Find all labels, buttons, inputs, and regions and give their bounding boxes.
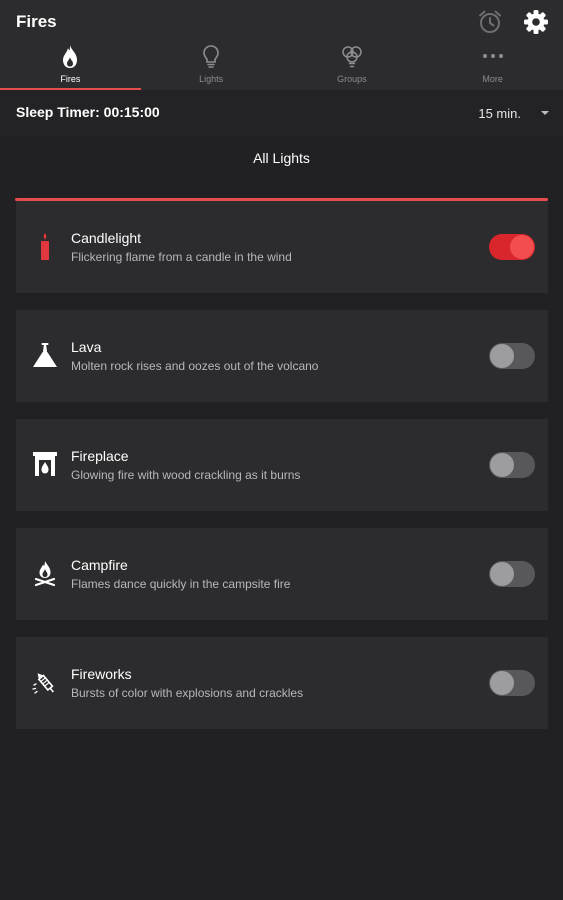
- tab-label: Fires: [60, 74, 81, 84]
- list-item-fireworks[interactable]: Fireworks Bursts of color with explosion…: [16, 637, 548, 729]
- campfire-toggle[interactable]: [489, 561, 535, 587]
- list-item-title: Candlelight: [71, 230, 142, 246]
- tab-label: Groups: [337, 74, 367, 84]
- lava-toggle[interactable]: [489, 343, 535, 369]
- toggle-knob: [490, 453, 514, 477]
- firework-rocket-icon: [32, 673, 54, 694]
- tab-groups[interactable]: Groups: [282, 44, 423, 90]
- fireplace-toggle[interactable]: [489, 452, 535, 478]
- more-dots-icon: [482, 54, 503, 58]
- chevron-down-icon: [541, 111, 549, 115]
- toggle-knob: [490, 562, 514, 586]
- list-item-description: Glowing fire with wood crackling as it b…: [71, 468, 301, 482]
- sleep-timer-row: Sleep Timer: 00:15:00 15 min.: [0, 90, 563, 136]
- lightbulb-icon: [203, 45, 219, 68]
- list-item-title: Fireworks: [71, 666, 132, 682]
- section-title: All Lights: [253, 150, 310, 166]
- campfire-icon: [34, 561, 56, 587]
- toggle-knob: [490, 671, 514, 695]
- list-item-candlelight[interactable]: Candlelight Flickering flame from a cand…: [16, 201, 548, 293]
- tab-label: Lights: [199, 74, 224, 84]
- gear-icon[interactable]: [522, 8, 550, 36]
- list-item-title: Fireplace: [71, 448, 129, 464]
- toggle-knob: [510, 235, 534, 259]
- list-item-title: Lava: [71, 339, 102, 355]
- bulb-group-icon: [342, 46, 362, 68]
- list-item-description: Bursts of color with explosions and crac…: [71, 686, 304, 700]
- list-item-description: Molten rock rises and oozes out of the v…: [71, 359, 319, 373]
- list-item-description: Flickering flame from a candle in the wi…: [71, 250, 292, 264]
- volcano-icon: [33, 343, 57, 367]
- list-item-fireplace[interactable]: Fireplace Glowing fire with wood crackli…: [16, 419, 548, 511]
- list-item-title: Campfire: [71, 557, 128, 573]
- tab-bar: Fires Lights Groups More: [0, 44, 563, 90]
- app-title: Fires: [16, 12, 57, 31]
- flame-icon: [63, 45, 78, 68]
- sleep-timer-label: Sleep Timer: 00:15:00: [16, 104, 160, 120]
- alarm-clock-icon[interactable]: [476, 8, 504, 36]
- app-bar: Fires: [0, 0, 563, 44]
- list-item-campfire[interactable]: Campfire Flames dance quickly in the cam…: [16, 528, 548, 620]
- candlelight-toggle[interactable]: [489, 234, 535, 260]
- tab-fires[interactable]: Fires: [0, 44, 141, 90]
- fireplace-icon: [33, 452, 57, 476]
- list-item-lava[interactable]: Lava Molten rock rises and oozes out of …: [16, 310, 548, 402]
- tab-label: More: [482, 74, 503, 84]
- list-item-description: Flames dance quickly in the campsite fir…: [71, 577, 291, 591]
- tab-more[interactable]: More: [422, 44, 563, 90]
- toggle-knob: [490, 344, 514, 368]
- candle-icon: [41, 233, 49, 260]
- sleep-timer-value: 15 min.: [478, 105, 521, 121]
- fireworks-toggle[interactable]: [489, 670, 535, 696]
- sleep-timer-dropdown[interactable]: 15 min.: [478, 102, 549, 124]
- tab-lights[interactable]: Lights: [141, 44, 282, 90]
